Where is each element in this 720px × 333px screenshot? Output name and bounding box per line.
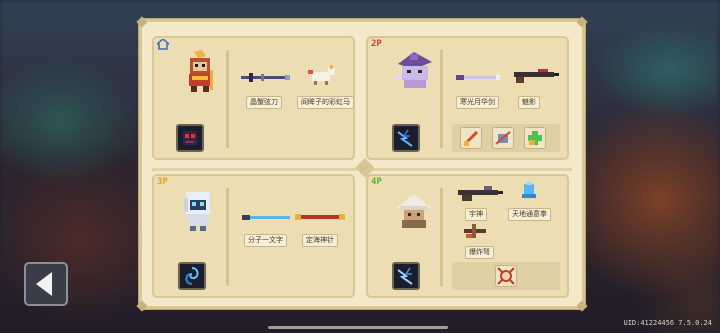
weapon-icon-1[interactable]	[240, 206, 292, 228]
weapon-label-2: 天地通意拳	[508, 208, 551, 221]
card-separator	[440, 50, 443, 148]
player2-buff-tray	[452, 124, 560, 152]
weapon-icon-1[interactable]	[454, 182, 504, 204]
player4-card[interactable]: 4P 宇神 天地通意拳 爆炸弩	[366, 174, 569, 298]
monkey-king-hero-portrait[interactable]	[180, 50, 220, 94]
player2-tag: 2P	[371, 39, 382, 49]
weapon-icon-2[interactable]	[516, 180, 542, 202]
armor-buff-icon[interactable]	[492, 127, 514, 149]
weapon-icon-3[interactable]	[460, 220, 490, 242]
player1-home-icon	[154, 37, 172, 53]
shield-burst-buff-icon[interactable]	[495, 265, 517, 287]
card-separator	[440, 188, 443, 286]
player2-card[interactable]: 2P 寒光月华剑 魅影	[366, 36, 569, 160]
back-arrow-icon	[36, 272, 52, 296]
weapon-icon-2[interactable]	[294, 206, 346, 228]
lightning-icon	[397, 129, 413, 147]
card-separator	[226, 50, 229, 148]
mushroom-hat-hero-portrait[interactable]	[392, 188, 436, 232]
player4-buff-tray	[452, 262, 560, 290]
sword-buff-icon[interactable]	[460, 127, 482, 149]
player3-card[interactable]: 3P 分子一文字 定海神针	[152, 174, 355, 298]
weapon-label-2: 魅影	[518, 96, 540, 109]
card-separator	[226, 188, 229, 286]
weapon-label-3: 爆炸弩	[465, 246, 494, 259]
vortex-icon	[185, 267, 199, 285]
weapon-label-2: 定海神针	[302, 234, 338, 247]
player4-skill-slot[interactable]	[392, 262, 420, 290]
player1-card[interactable]: 晶蟹弦刀 阎眸子的彩虹马	[152, 36, 355, 160]
weapon-label-1: 晶蟹弦刀	[246, 96, 282, 109]
home-indicator-bar	[268, 326, 448, 329]
player4-tag: 4P	[371, 177, 382, 187]
player3-skill-slot[interactable]	[178, 262, 206, 290]
witch-hat-hero-portrait[interactable]	[392, 48, 436, 92]
weapon-icon-2[interactable]	[306, 64, 338, 86]
weapon-label-1: 分子一文字	[244, 234, 287, 247]
robot-hood-hero-portrait[interactable]	[178, 188, 218, 232]
team-loadout-panel: 晶蟹弦刀 阎眸子的彩虹马 2P 寒光月华剑 魅影 3P 分子一文字 定海神针 4…	[136, 16, 588, 312]
dark-skull-icon	[183, 131, 197, 145]
back-button[interactable]	[24, 262, 68, 306]
weapon-icon-2[interactable]	[510, 64, 560, 86]
uid-version-text: UID:41224456 7.5.0.24	[623, 319, 712, 327]
heal-buff-icon[interactable]	[524, 127, 546, 149]
weapon-label-1: 寒光月华剑	[456, 96, 499, 109]
player1-skill-slot[interactable]	[176, 124, 204, 152]
weapon-icon-1[interactable]	[454, 66, 502, 88]
player2-skill-slot[interactable]	[392, 124, 420, 152]
weapon-label-2: 阎眸子的彩虹马	[297, 96, 354, 109]
weapon-icon-1[interactable]	[239, 66, 291, 88]
player3-tag: 3P	[157, 177, 168, 187]
lightning-icon	[397, 267, 413, 285]
